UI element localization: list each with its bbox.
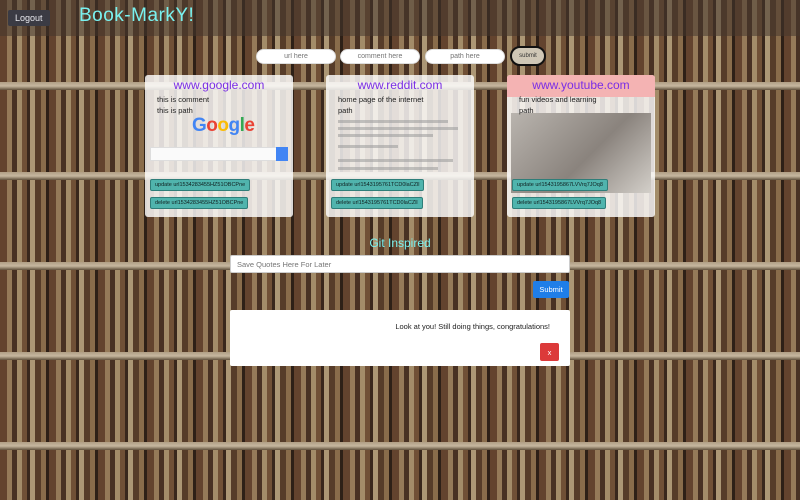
preview-search-bar [150,147,288,161]
bookmark-link[interactable]: www.reddit.com [326,78,474,92]
top-nav-bar: Logout Book-MarkY! [0,0,800,36]
google-logo-letter: e [244,115,255,136]
google-logo-letter: o [217,115,229,136]
path-input[interactable] [425,49,505,64]
update-bookmark-button[interactable]: update url1534283455HZ51OBCPne [150,179,251,191]
message-box: Look at you! Still doing things, congrat… [230,310,570,366]
quote-submit-button[interactable]: Submit [533,281,569,298]
bookmark-card-youtube: www.youtube.com fun videos and learning … [507,75,655,217]
bookmark-link[interactable]: www.youtube.com [507,78,655,92]
delete-bookmark-button[interactable]: delete url1534283455HZ51OBCPne [150,197,249,209]
preview-text-line [338,134,433,137]
logout-button[interactable]: Logout [8,10,50,26]
bookmark-path: path [338,106,353,115]
comment-input[interactable] [340,49,420,64]
bookmark-path: path [519,106,534,115]
bookmark-comment: home page of the internet [338,95,424,104]
preview-text-line [338,145,398,148]
bookmark-card-google: Google www.google.com this is comment th… [145,75,293,217]
preview-text-line [338,120,448,123]
url-input[interactable] [256,49,336,64]
search-icon [276,147,288,161]
bookmark-submit-button[interactable]: submit [510,46,546,66]
bookmark-path: this is path [157,106,193,115]
bookmark-link[interactable]: www.google.com [145,78,293,92]
update-bookmark-button[interactable]: update url1543195761TCD0laCZll [331,179,425,191]
bookmark-comment: this is comment [157,95,210,104]
delete-bookmark-button[interactable]: delete url1543195867LVVrq7JOq8 [512,197,607,209]
google-logo: Google [192,115,255,137]
bookmark-card-reddit: www.reddit.com home page of the internet… [326,75,474,217]
bookmark-comment: fun videos and learning [519,95,597,104]
brand-title: Book-MarkY! [79,5,195,26]
preview-text-line [338,159,453,162]
google-logo-letter: o [206,115,218,136]
preview-text-line [338,127,458,130]
quote-input[interactable] [230,255,570,273]
delete-bookmark-button[interactable]: delete url1543195761TCD0laCZll [331,197,423,209]
message-text: Look at you! Still doing things, congrat… [395,322,550,331]
google-logo-letter: g [228,115,241,136]
preview-text-line [338,167,438,170]
google-logo-letter: G [192,115,207,136]
close-message-button[interactable]: x [540,343,559,361]
quotes-heading: Git Inspired [369,236,431,250]
update-bookmark-button[interactable]: update url1543195867LVVrq7JOq8 [512,179,608,191]
